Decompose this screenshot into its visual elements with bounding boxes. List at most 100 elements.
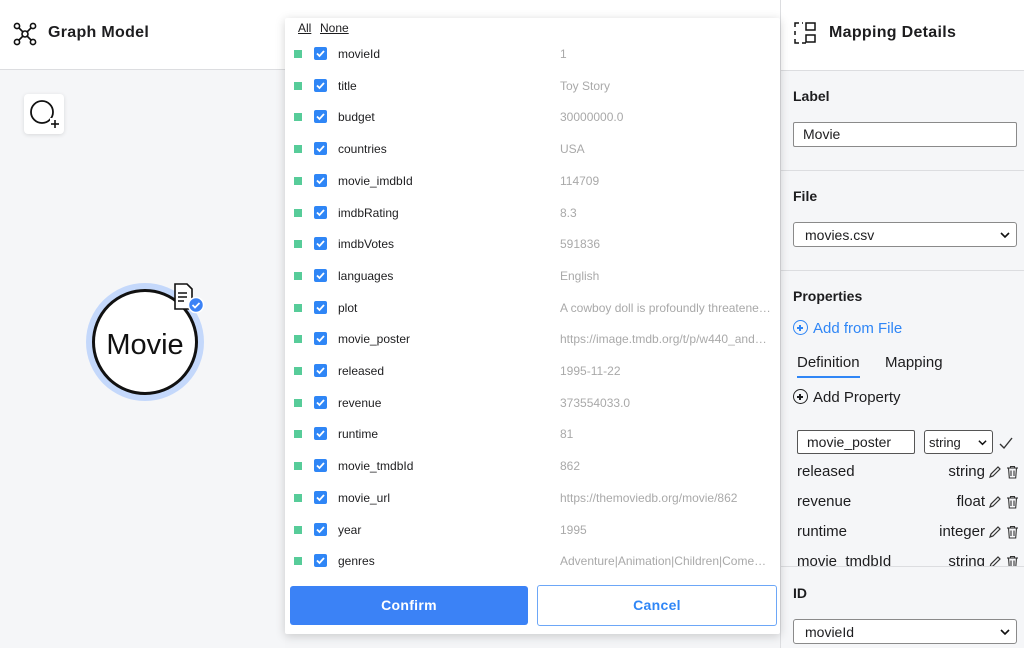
- trash-icon[interactable]: [1006, 525, 1019, 539]
- column-sample-value: https://themoviedb.org/movie/862: [560, 490, 738, 505]
- id-select[interactable]: movieId: [793, 619, 1017, 644]
- column-row[interactable]: movie_poster https://image.tmdb.org/t/p/w…: [285, 323, 780, 355]
- confirm-button[interactable]: Confirm: [290, 586, 528, 625]
- column-sample-value: English: [560, 268, 600, 283]
- property-name: runtime: [797, 523, 848, 540]
- column-checkbox[interactable]: [314, 78, 327, 92]
- column-name: imdbRating: [338, 205, 399, 220]
- tab-mapping[interactable]: Mapping: [885, 354, 943, 371]
- column-name: movieId: [338, 47, 381, 61]
- column-row[interactable]: runtime 81: [285, 418, 780, 450]
- column-name: revenue: [338, 395, 382, 410]
- column-checkbox[interactable]: [314, 110, 327, 124]
- trash-icon[interactable]: [1006, 495, 1019, 509]
- column-row[interactable]: movie_tmdbId 862: [285, 450, 780, 482]
- column-checkbox[interactable]: [314, 332, 327, 346]
- add-from-file-link[interactable]: Add from File: [793, 320, 902, 337]
- column-row[interactable]: title Toy Story: [285, 70, 780, 102]
- checkmark-icon: [316, 208, 325, 216]
- column-row[interactable]: movieId 1: [285, 38, 780, 70]
- column-row[interactable]: genres Adventure|Animation|Children|Comed…: [285, 545, 780, 577]
- column-checkbox[interactable]: [314, 522, 327, 536]
- checkmark-icon: [316, 113, 325, 121]
- column-row[interactable]: plot A cowboy doll is profoundly threaten…: [285, 292, 780, 324]
- column-name: year: [338, 522, 362, 537]
- checkmark-icon: [316, 430, 325, 438]
- label-heading: Label: [793, 88, 830, 104]
- column-row[interactable]: imdbVotes 591836: [285, 228, 780, 260]
- column-marker: [294, 208, 302, 217]
- checkmark-icon[interactable]: [999, 436, 1013, 450]
- property-name-input[interactable]: movie_poster: [797, 430, 915, 454]
- trash-icon[interactable]: [1006, 465, 1019, 479]
- properties-heading: Properties: [793, 288, 863, 304]
- column-row[interactable]: revenue 373554033.0: [285, 387, 780, 419]
- column-checkbox[interactable]: [314, 395, 327, 409]
- label-input[interactable]: Movie: [793, 122, 1017, 147]
- column-marker: [294, 145, 302, 154]
- mapping-details-icon: [794, 22, 816, 44]
- mapping-details-panel: Mapping Details Label Movie File movies.…: [780, 0, 1024, 648]
- checkmark-icon: [316, 145, 325, 153]
- select-none-link[interactable]: None: [320, 21, 349, 35]
- add-circle-icon: [793, 320, 808, 335]
- file-select[interactable]: movies.csv: [793, 222, 1017, 247]
- document-check-icon: [174, 283, 205, 314]
- column-sample-value: USA: [560, 142, 585, 157]
- column-sample-value: 862: [560, 459, 581, 474]
- pencil-icon[interactable]: [988, 525, 1002, 539]
- column-checkbox[interactable]: [314, 427, 327, 441]
- add-node-button[interactable]: [24, 94, 64, 134]
- file-heading: File: [793, 188, 818, 204]
- column-checkbox[interactable]: [314, 142, 327, 156]
- checkmark-icon: [316, 240, 325, 248]
- column-name: movie_tmdbId: [338, 459, 414, 474]
- chevron-down-icon: [1000, 629, 1010, 636]
- trash-icon[interactable]: [1006, 555, 1019, 566]
- column-marker: [294, 430, 302, 439]
- checkmark-icon: [316, 399, 325, 406]
- mapping-details-title: Mapping Details: [829, 24, 957, 41]
- column-checkbox[interactable]: [314, 364, 327, 377]
- column-checkbox[interactable]: [314, 554, 327, 568]
- chevron-down-icon: [1000, 232, 1010, 239]
- pencil-icon[interactable]: [988, 465, 1002, 479]
- property-type: string: [948, 463, 985, 480]
- checkmark-icon: [316, 525, 325, 533]
- column-row[interactable]: budget 30000000.0: [285, 101, 780, 133]
- pencil-icon[interactable]: [988, 555, 1002, 566]
- column-checkbox[interactable]: [314, 205, 327, 219]
- pencil-icon[interactable]: [988, 495, 1002, 509]
- column-row[interactable]: released 1995-11-22: [285, 355, 780, 387]
- id-heading: ID: [793, 585, 807, 601]
- checkmark-icon: [316, 367, 325, 375]
- column-name: languages: [338, 268, 394, 283]
- property-name: revenue: [797, 493, 852, 510]
- column-checkbox[interactable]: [314, 490, 327, 504]
- select-all-link[interactable]: All: [298, 21, 311, 35]
- column-row[interactable]: movie_url https://themoviedb.org/movie/86…: [285, 482, 780, 514]
- column-checkbox[interactable]: [314, 268, 327, 282]
- property-type: string: [948, 553, 985, 566]
- column-sample-value: 373554033.0: [560, 395, 631, 410]
- column-checkbox[interactable]: [314, 47, 327, 60]
- column-checkbox[interactable]: [314, 300, 327, 314]
- column-row[interactable]: year 1995: [285, 514, 780, 546]
- column-checkbox[interactable]: [314, 237, 327, 251]
- graph-model-title: Graph Model: [48, 24, 150, 41]
- column-name: released: [338, 364, 385, 378]
- add-property-link[interactable]: Add Property: [793, 389, 901, 406]
- column-row[interactable]: movie_imdbId 114709: [285, 165, 780, 197]
- column-row[interactable]: imdbRating 8.3: [285, 197, 780, 229]
- column-selection-dialog: All None movieId 1 title Toy Story budget 300…: [285, 18, 780, 634]
- column-row[interactable]: languages English: [285, 260, 780, 292]
- add-property-label: Add Property: [813, 389, 901, 406]
- cancel-button[interactable]: Cancel: [537, 585, 777, 626]
- property-type-select[interactable]: string: [924, 430, 993, 454]
- property-row: movie_tmdbId string: [797, 553, 1019, 566]
- tab-definition[interactable]: Definition: [797, 354, 860, 378]
- column-checkbox[interactable]: [314, 459, 327, 473]
- column-checkbox[interactable]: [314, 173, 327, 187]
- movie-node-label: Movie: [106, 329, 184, 361]
- column-row[interactable]: countries USA: [285, 133, 780, 165]
